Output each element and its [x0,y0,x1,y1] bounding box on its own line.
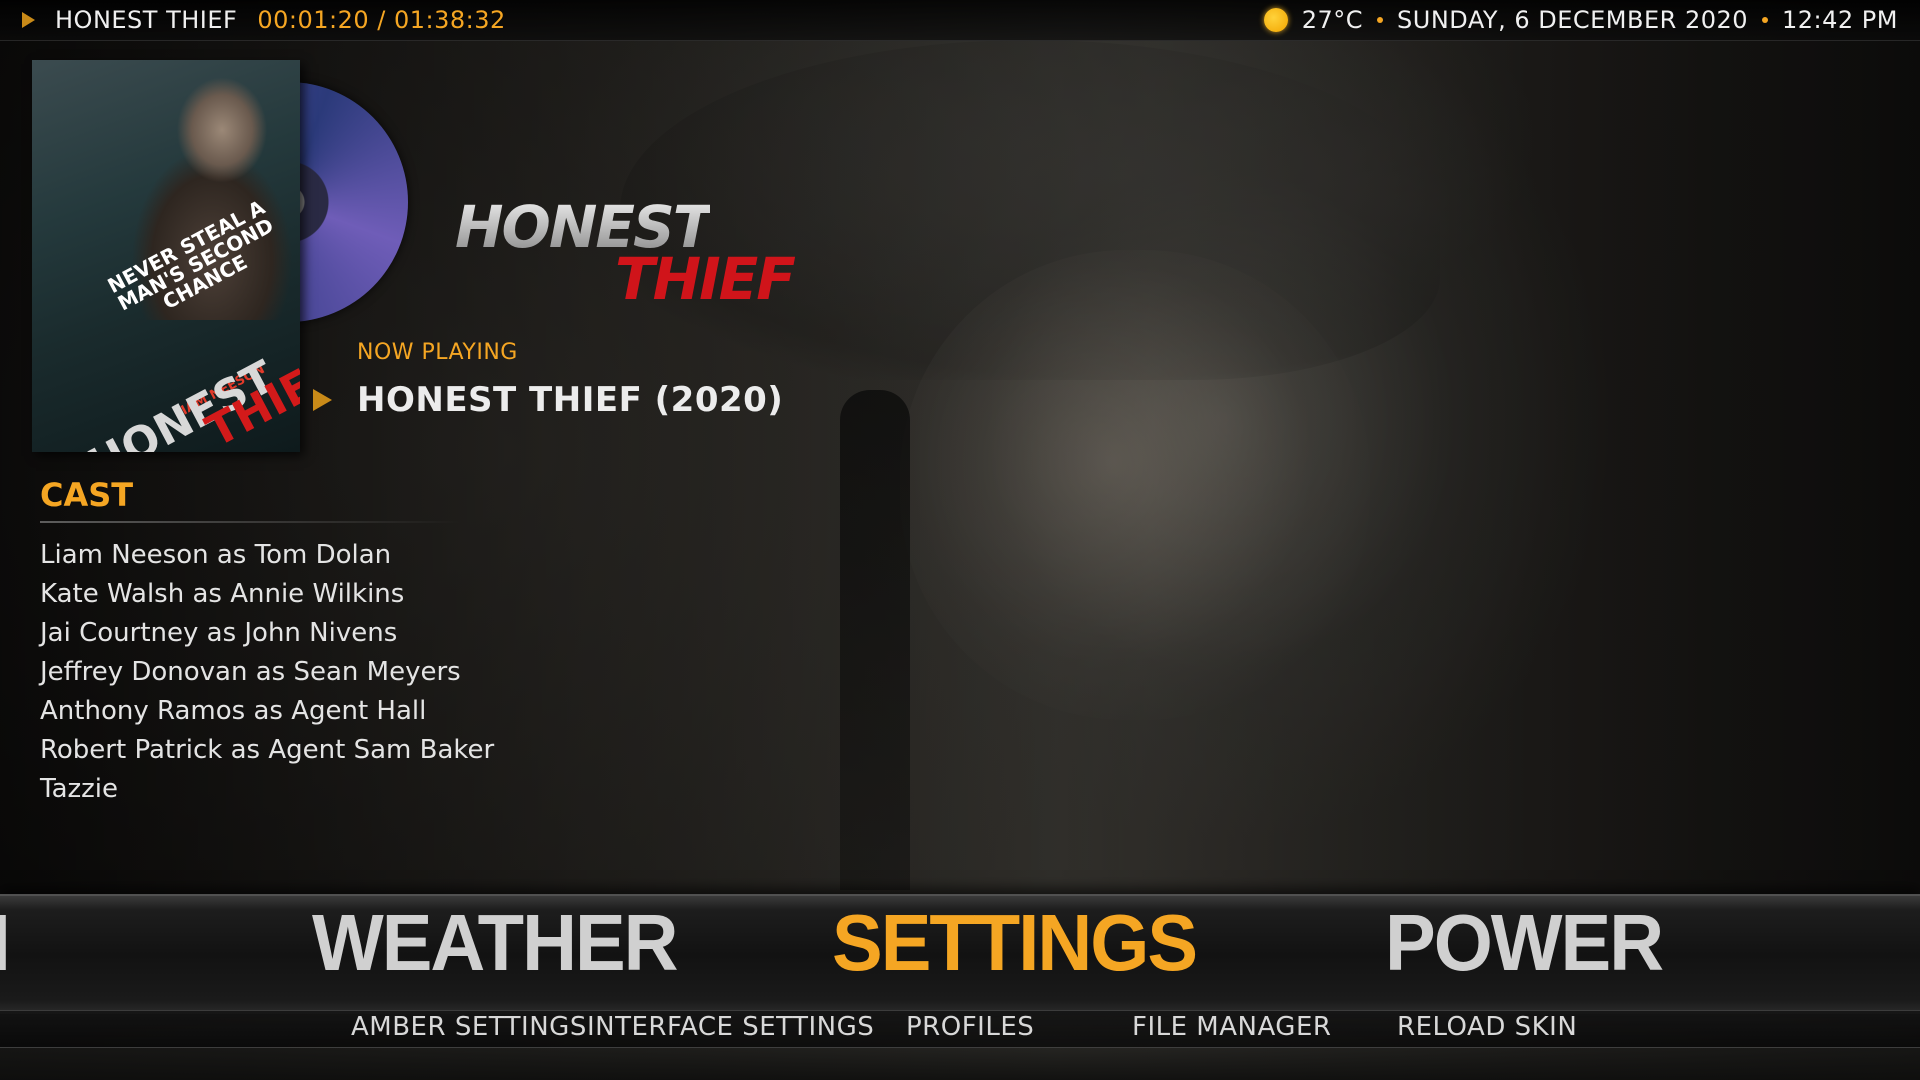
now-playing-label: NOW PLAYING [357,340,518,365]
cast-member: Liam Neeson as Tom Dolan [40,540,392,570]
separator-dot [1762,17,1769,23]
cast-member: Jeffrey Donovan as Sean Meyers [40,657,461,687]
now-playing-title: HONEST THIEF [55,6,238,34]
play-icon [313,389,332,411]
separator-dot [1377,17,1384,23]
temperature: 27°C [1301,6,1364,34]
cast-member: Tazzie [40,774,119,804]
now-playing-movie-title: HONEST THIEF (2020) [357,380,784,420]
cast-member: Anthony Ramos as Agent Hall [40,696,427,726]
cast-member: Jai Courtney as John Nivens [40,618,398,648]
bottom-strip [0,1048,1920,1080]
submenu-file-manager[interactable]: FILE MANAGER [1132,1012,1331,1042]
menu-item-weather[interactable]: WEATHER [312,904,679,984]
now-playing-item[interactable]: HONEST THIEF (2020) [313,380,783,420]
cast-divider [40,521,460,523]
logo-line-2: THIEF [615,245,796,313]
clock: 12:42 PM [1782,6,1898,34]
submenu-profiles[interactable]: PROFILES [906,1012,1034,1042]
submenu-interface-settings[interactable]: INTERFACE SETTINGS [587,1012,874,1042]
menu-item-partial[interactable]: H [0,904,11,984]
play-icon [22,12,35,28]
playback-time: 00:01:20 / 01:38:32 [257,6,506,34]
now-playing-info[interactable]: HONEST THIEF 00:01:20 / 01:38:32 [0,6,506,34]
movie-poster[interactable]: NEVER STEAL A MAN'S SECOND CHANCE LIAM N… [32,60,300,452]
menu-item-power[interactable]: POWER [1385,904,1664,984]
kodi-home-screen: HONEST THIEF 00:01:20 / 01:38:32 27°C SU… [0,0,1920,1080]
top-bar: HONEST THIEF 00:01:20 / 01:38:32 27°C SU… [0,0,1920,41]
cast-heading: CAST [40,476,134,514]
sun-icon [1263,8,1288,32]
submenu-reload-skin[interactable]: RELOAD SKIN [1397,1012,1577,1042]
movie-clearlogo: HONEST THIEF [455,198,815,308]
cast-member: Kate Walsh as Annie Wilkins [40,579,405,609]
menu-item-settings[interactable]: SETTINGS [832,904,1198,984]
status-info: 27°C SUNDAY, 6 DECEMBER 2020 12:42 PM [1263,6,1920,34]
cast-list: Liam Neeson as Tom Dolan Kate Walsh as A… [40,536,494,809]
cast-member: Robert Patrick as Agent Sam Baker [40,735,495,765]
submenu-amber-settings[interactable]: AMBER SETTINGS [351,1012,587,1042]
date: SUNDAY, 6 DECEMBER 2020 [1397,6,1749,34]
